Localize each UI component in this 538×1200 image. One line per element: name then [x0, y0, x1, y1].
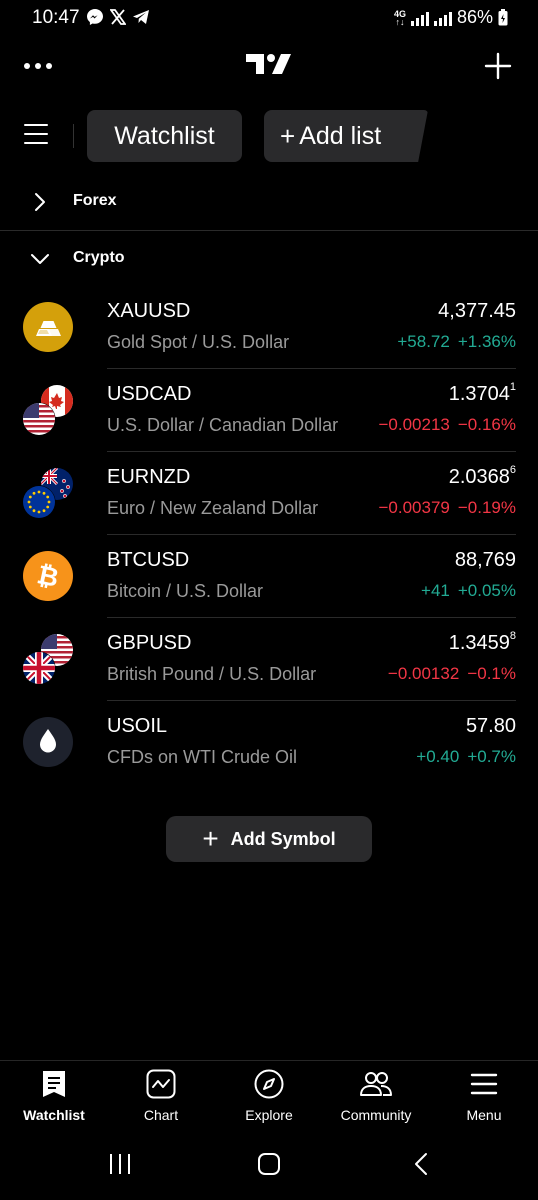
home-icon[interactable]: [257, 1152, 281, 1176]
system-navigation: [0, 1138, 538, 1200]
back-icon[interactable]: [410, 1152, 434, 1176]
symbol-description: Euro / New Zealand Dollar: [107, 498, 319, 518]
symbol-row-btcusd[interactable]: ₿ BTCUSD Bitcoin / U.S. Dollar 88,769 +4…: [0, 535, 538, 618]
symbol-ticker: GBPUSD: [107, 632, 192, 654]
top-bar: [0, 44, 538, 88]
recent-apps-icon[interactable]: [108, 1152, 132, 1176]
status-indicators: 4G ↑↓ 86%: [394, 7, 508, 28]
symbol-ticker: XAUUSD: [107, 300, 191, 322]
status-bar: 10:47 4G ↑↓ 86%: [0, 0, 538, 36]
watchlist-tabs: Watchlist + Add list: [0, 110, 538, 162]
gbp-usd-flags-icon: [22, 634, 73, 685]
symbol-price: 1.34598: [448, 630, 516, 654]
tradingview-logo: [246, 54, 291, 74]
tab-divider: [73, 124, 74, 148]
add-list-button[interactable]: + Add list: [264, 110, 428, 162]
nav-menu-label: Menu: [466, 1107, 502, 1123]
nav-chart[interactable]: Chart: [111, 1069, 211, 1135]
more-options-button[interactable]: [24, 54, 56, 78]
symbol-description: British Pound / U.S. Dollar: [107, 664, 317, 684]
symbol-change: −0.00132 −0.1%: [387, 664, 516, 683]
symbol-change: −0.00213 −0.16%: [378, 415, 516, 434]
symbol-change: +41 +0.05%: [421, 581, 516, 600]
x-icon: [110, 9, 126, 25]
telegram-icon: [133, 10, 149, 24]
add-list-label: Add list: [299, 121, 382, 150]
symbol-row-usoil[interactable]: USOIL CFDs on WTI Crude Oil 57.80 +0.40 +…: [0, 701, 538, 784]
section-forex-label: Forex: [73, 192, 117, 209]
symbol-ticker: USDCAD: [107, 383, 192, 405]
section-forex[interactable]: Forex: [0, 180, 538, 224]
status-time: 10:47: [32, 7, 80, 28]
symbol-row-xauusd[interactable]: XAUUSD Gold Spot / U.S. Dollar 4,377.45 …: [0, 286, 538, 369]
section-crypto[interactable]: Crypto: [0, 237, 538, 281]
nav-watchlist-label: Watchlist: [23, 1107, 85, 1123]
symbol-description: CFDs on WTI Crude Oil: [107, 747, 298, 767]
signal-1-icon: [410, 10, 429, 26]
bitcoin-icon: ₿: [23, 551, 73, 601]
usd-cad-flags-icon: [22, 385, 73, 436]
network-type: 4G ↑↓: [393, 8, 406, 27]
symbol-description: Gold Spot / U.S. Dollar: [107, 332, 290, 352]
messenger-icon: [87, 9, 103, 25]
nav-explore[interactable]: Explore: [219, 1069, 319, 1135]
nav-menu[interactable]: Menu: [434, 1069, 534, 1135]
nav-watchlist[interactable]: Watchlist: [4, 1069, 104, 1135]
battery-charging-icon: [498, 9, 508, 26]
notification-icons: [86, 8, 150, 26]
nav-chart-label: Chart: [143, 1107, 179, 1123]
symbol-row-eurnzd[interactable]: EURNZD Euro / New Zealand Dollar 2.03686…: [0, 452, 538, 535]
tab-watchlist[interactable]: Watchlist: [87, 110, 242, 162]
plus-icon: +: [280, 120, 296, 151]
symbol-change: +0.40 +0.7%: [416, 747, 516, 766]
signal-2-icon: [433, 10, 452, 26]
eur-nzd-flags-icon: [22, 468, 73, 519]
community-icon: [360, 1072, 392, 1096]
chevron-down-icon: [31, 254, 49, 264]
chevron-right-icon: [35, 193, 45, 211]
symbol-description: U.S. Dollar / Canadian Dollar: [107, 415, 339, 435]
symbol-price: 57.80: [465, 715, 516, 737]
compass-icon: [254, 1069, 284, 1099]
add-icon[interactable]: [484, 52, 512, 80]
watchlist-icon: [43, 1071, 65, 1097]
add-symbol-label: Add Symbol: [230, 828, 336, 849]
symbol-ticker: EURNZD: [107, 466, 191, 488]
battery-percent: 86%: [456, 7, 493, 27]
symbol-price: 1.37041: [448, 381, 516, 405]
symbol-ticker: BTCUSD: [107, 549, 190, 571]
nav-community-label: Community: [340, 1107, 412, 1123]
section-divider: [0, 230, 538, 231]
menu-icon: [470, 1073, 498, 1095]
section-crypto-label: Crypto: [73, 249, 125, 266]
gold-bars-icon: [23, 302, 73, 352]
add-symbol-button[interactable]: + Add Symbol: [166, 816, 372, 862]
nav-community[interactable]: Community: [326, 1069, 426, 1135]
plus-icon: +: [202, 823, 219, 854]
symbol-price: 2.03686: [448, 464, 516, 488]
symbol-row-usdcad[interactable]: USDCAD U.S. Dollar / Canadian Dollar 1.3…: [0, 369, 538, 452]
chart-icon: [146, 1069, 176, 1099]
symbol-row-gbpusd[interactable]: GBPUSD British Pound / U.S. Dollar 1.345…: [0, 618, 538, 701]
symbol-price: 88,769: [454, 549, 516, 571]
bottom-navigation: Watchlist Chart Explore Community Menu: [0, 1060, 538, 1138]
symbol-description: Bitcoin / U.S. Dollar: [107, 581, 264, 601]
nav-explore-label: Explore: [245, 1107, 293, 1123]
symbol-price: 4,377.45: [438, 300, 516, 322]
hamburger-icon[interactable]: [24, 124, 48, 144]
symbol-ticker: USOIL: [107, 715, 168, 737]
symbol-change: +58.72 +1.36%: [397, 332, 516, 351]
oil-drop-icon: [23, 717, 73, 767]
symbol-change: −0.00379 −0.19%: [378, 498, 516, 517]
